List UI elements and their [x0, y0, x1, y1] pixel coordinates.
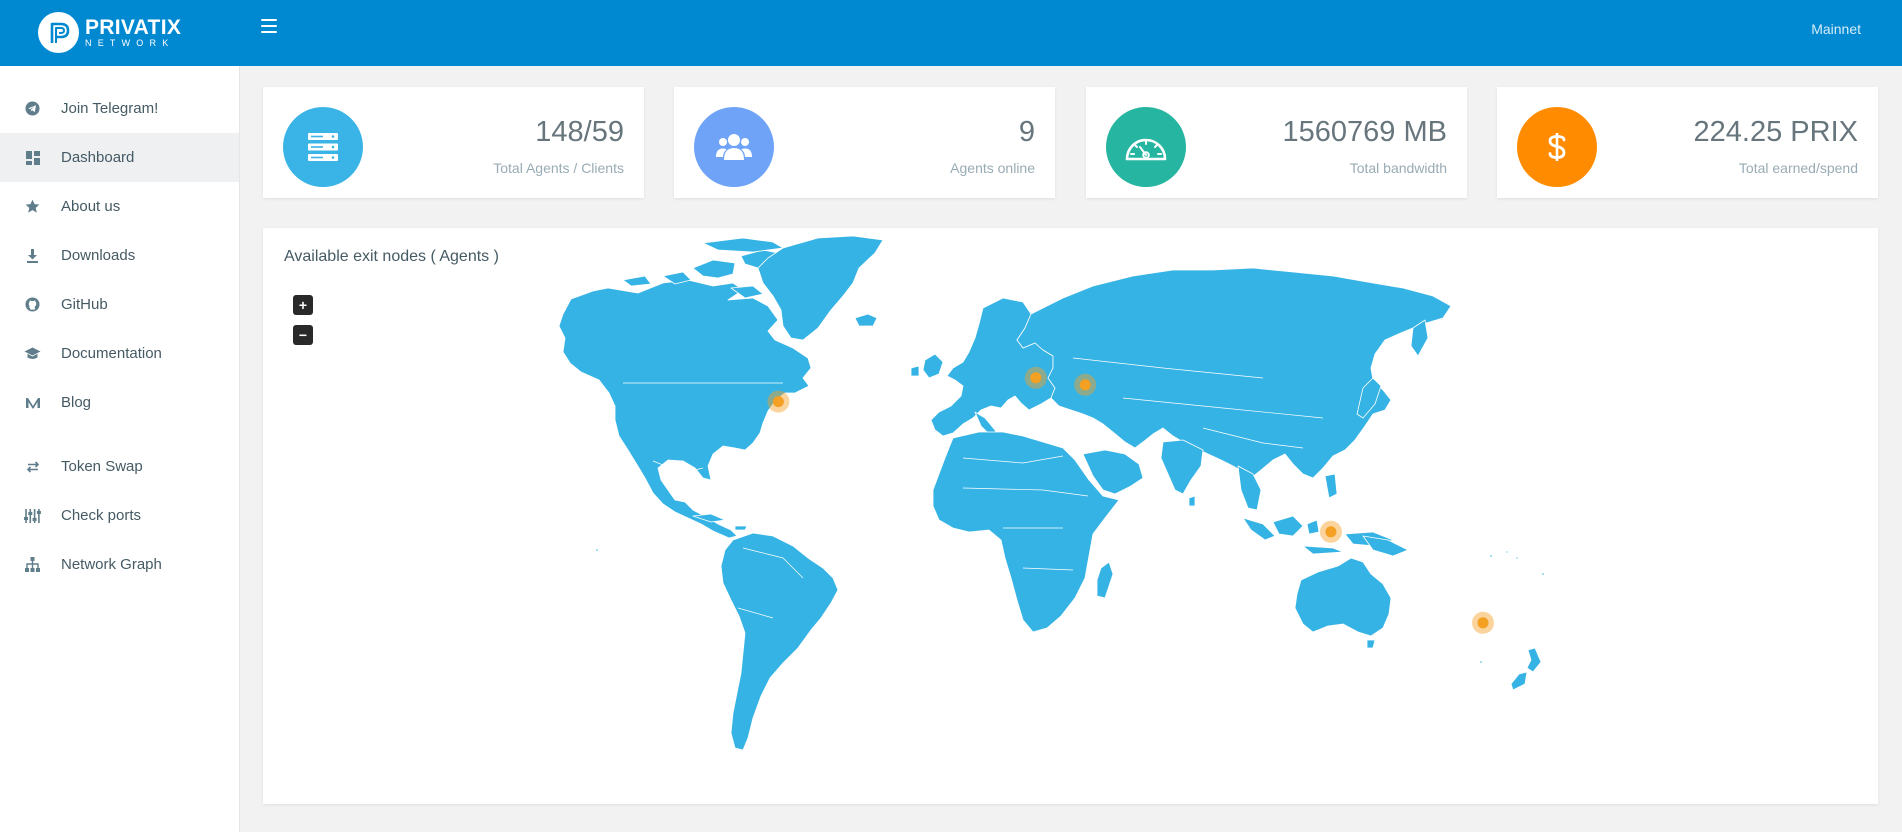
indonesia-islands [1242, 517, 1276, 541]
sidebar-item-network-graph[interactable]: Network Graph [0, 540, 239, 589]
world-map[interactable] [263, 228, 1878, 804]
exit-node-marker[interactable] [1079, 379, 1091, 391]
dollar-icon [1517, 107, 1597, 187]
menu-toggle-icon[interactable] [261, 19, 277, 33]
network-label[interactable]: Mainnet [1811, 21, 1861, 37]
users-icon [694, 107, 774, 187]
star-icon [24, 198, 41, 215]
sitemap-icon [24, 556, 41, 573]
sidebar-item-label: Downloads [61, 247, 136, 264]
download-icon [24, 247, 41, 264]
sidebar-item-join-telegram[interactable]: Join Telegram! [0, 84, 239, 133]
stat-label: Total bandwidth [1349, 160, 1447, 176]
exit-nodes-map-panel: Available exit nodes ( Agents ) + − [263, 228, 1878, 804]
india-landmass [1160, 439, 1204, 495]
sidebar-item-label: About us [61, 198, 121, 215]
stat-value: 1560769 MB [1282, 116, 1447, 148]
stat-value: 148/59 [535, 116, 624, 148]
stat-value: 224.25 PRIX [1693, 116, 1858, 148]
speedometer-icon [1106, 107, 1186, 187]
dashboard-icon [24, 149, 41, 166]
sidebar-item-label: Documentation [61, 345, 162, 362]
stat-label: Agents online [950, 160, 1035, 176]
sidebar-item-label: Blog [61, 394, 92, 411]
sidebar-item-downloads[interactable]: Downloads [0, 231, 239, 280]
sidebar-item-github[interactable]: GitHub [0, 280, 239, 329]
sidebar-item-check-ports[interactable]: Check ports [0, 491, 239, 540]
exit-node-marker[interactable] [1325, 526, 1337, 538]
iceland-landmass [854, 313, 878, 327]
exit-node-marker[interactable] [1030, 372, 1042, 384]
privatix-logo-icon [38, 12, 79, 53]
medium-icon [24, 394, 41, 411]
sidebar-item-token-swap[interactable]: Token Swap [0, 442, 239, 491]
sidebar-item-about-us[interactable]: About us [0, 182, 239, 231]
stat-card-bandwidth: 1560769 MB Total bandwidth [1086, 87, 1467, 198]
asia-landmass [1016, 267, 1452, 479]
brand-subtitle: NETWORK [85, 38, 175, 48]
sidebar-item-dashboard[interactable]: Dashboard [0, 133, 239, 182]
arctic-islands [692, 259, 736, 279]
brand-name: PRIVATIX [85, 16, 182, 39]
sidebar-item-label: Dashboard [61, 149, 135, 166]
stat-card-agents-clients: 148/59 Total Agents / Clients [263, 87, 644, 198]
stat-card-earned-spend: 224.25 PRIX Total earned/spend [1497, 87, 1878, 198]
exit-node-marker[interactable] [772, 396, 784, 408]
exit-node-marker[interactable] [1477, 617, 1489, 629]
sidebar-item-documentation[interactable]: Documentation [0, 329, 239, 378]
sidebar-item-label: Check ports [61, 507, 142, 524]
sidebar-item-label: GitHub [61, 296, 108, 313]
graduation-cap-icon [24, 345, 41, 362]
sidebar-item-label: Join Telegram! [61, 100, 159, 117]
github-icon [24, 296, 41, 313]
sidebar: Join Telegram! Dashboard About us Downlo… [0, 66, 240, 832]
sidebar-item-label: Network Graph [61, 556, 162, 573]
top-bar: PRIVATIX NETWORK Mainnet [0, 0, 1902, 66]
sidebar-item-blog[interactable]: Blog [0, 378, 239, 427]
sidebar-item-label: Token Swap [61, 458, 143, 475]
uk-landmass [922, 353, 944, 379]
south-america-landmass [720, 532, 839, 751]
australia-landmass [1294, 557, 1392, 637]
stat-label: Total Agents / Clients [493, 160, 624, 176]
stat-card-agents-online: 9 Agents online [674, 87, 1055, 198]
madagascar-landmass [1096, 561, 1114, 599]
server-icon [283, 107, 363, 187]
brand-logo[interactable]: PRIVATIX NETWORK [38, 12, 181, 53]
new-zealand-landmass [1526, 647, 1542, 673]
telegram-icon [24, 100, 41, 117]
swap-icon [24, 458, 41, 475]
stat-label: Total earned/spend [1738, 160, 1858, 176]
stat-value: 9 [1018, 116, 1035, 148]
sliders-icon [24, 507, 41, 524]
